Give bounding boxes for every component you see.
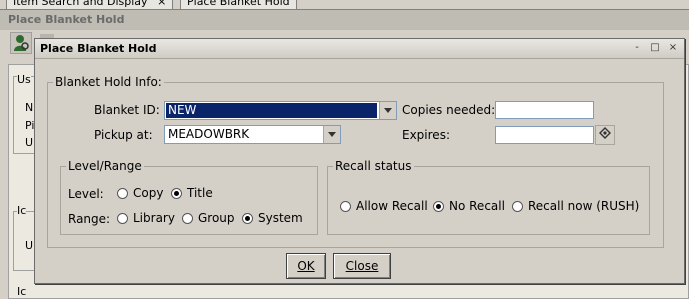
background-label: N: [25, 101, 34, 114]
background-label: U: [25, 239, 34, 252]
ok-button[interactable]: OK: [286, 253, 326, 279]
blanket-id-label: Blanket ID:: [94, 103, 160, 117]
chevron-down-icon[interactable]: [379, 102, 396, 119]
tab-place-blanket-hold[interactable]: Place Blanket Hold: [180, 0, 297, 10]
level-option-copy-label: Copy: [133, 186, 164, 200]
radio-title[interactable]: [171, 188, 182, 199]
copies-needed-input[interactable]: [495, 101, 594, 119]
radio-recall-now[interactable]: [512, 201, 523, 212]
expires-label: Expires:: [402, 128, 450, 142]
level-option-title-label: Title: [187, 186, 213, 200]
minimize-icon[interactable]: -: [631, 42, 643, 54]
chevron-down-icon[interactable]: [323, 126, 340, 143]
background-label: Ic: [17, 204, 27, 217]
calendar-icon[interactable]: [595, 125, 615, 145]
close-button[interactable]: Close: [333, 253, 391, 279]
close-icon[interactable]: ×: [667, 42, 679, 54]
expires-input[interactable]: [495, 126, 594, 144]
radio-group[interactable]: [182, 213, 193, 224]
recall-status-legend: Recall status: [335, 159, 412, 173]
radio-library[interactable]: [117, 213, 128, 224]
tab-close-icon[interactable]: ×: [157, 0, 166, 8]
recall-status-group: Recall status: [327, 159, 650, 235]
radio-no-recall[interactable]: [433, 201, 444, 212]
pickup-value: MEADOWBRK: [168, 127, 250, 141]
maximize-icon[interactable]: □: [649, 42, 661, 54]
blanket-hold-info-legend: Blanket Hold Info:: [55, 75, 162, 89]
pickup-label: Pickup at:: [94, 128, 153, 142]
copies-needed-label: Copies needed:: [402, 103, 496, 117]
blanket-id-value: NEW: [166, 103, 377, 118]
recall-option-no-recall-label: No Recall: [449, 199, 505, 213]
range-option-library-label: Library: [133, 211, 175, 225]
ok-button-label: OK: [297, 259, 315, 273]
background-label: Us: [17, 73, 31, 86]
place-blanket-hold-dialog: Place Blanket Hold - □ × Blanket Hold In…: [34, 38, 685, 284]
dialog-title: Place Blanket Hold: [40, 42, 157, 55]
range-label: Range:: [68, 212, 111, 226]
recall-option-rush-label: Recall now (RUSH): [528, 199, 640, 213]
user-search-icon[interactable]: [10, 32, 32, 54]
background-window-title: Place Blanket Hold: [0, 10, 689, 30]
recall-option-allow-label: Allow Recall: [356, 199, 428, 213]
close-button-label: Close: [345, 259, 379, 273]
pickup-combo[interactable]: MEADOWBRK: [164, 125, 341, 144]
level-range-legend: Level/Range: [68, 159, 142, 173]
background-label: U: [25, 136, 34, 149]
dialog-titlebar[interactable]: Place Blanket Hold - □ ×: [35, 39, 684, 59]
radio-allow-recall[interactable]: [340, 201, 351, 212]
range-option-group-label: Group: [198, 211, 235, 225]
tab-item-search[interactable]: Item Search and Display ×: [6, 0, 174, 10]
tab-strip: Item Search and Display × Place Blanket …: [0, 0, 689, 10]
tab-place-blanket-hold-label: Place Blanket Hold: [187, 0, 290, 8]
level-label: Level:: [68, 187, 104, 201]
background-label: Ic: [17, 285, 27, 298]
range-option-system-label: System: [258, 211, 303, 225]
blanket-id-combo[interactable]: NEW: [164, 101, 397, 120]
radio-copy[interactable]: [117, 188, 128, 199]
tab-item-search-label: Item Search and Display: [13, 0, 148, 8]
radio-system[interactable]: [242, 213, 253, 224]
